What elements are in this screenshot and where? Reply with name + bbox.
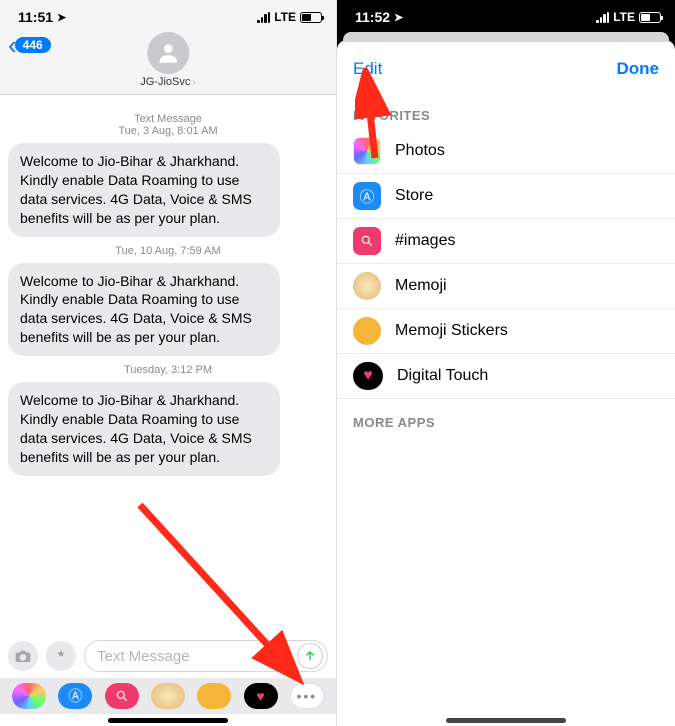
message-bubble[interactable]: Welcome to Jio-Bihar & Jharkhand. Kindly… [8,382,280,476]
compose-bar: Text Message [0,634,336,678]
more-apps-header: MORE APPS [337,399,675,436]
favorite-row-store[interactable]: Ⓐ Store [337,174,675,219]
timestamp-label: Text Message Tue, 3 Aug, 8:01 AM [8,113,328,137]
message-bubble[interactable]: Welcome to Jio-Bihar & Jharkhand. Kindly… [8,263,280,357]
app-more[interactable]: ••• [290,683,324,709]
favorite-label: Photos [395,142,445,160]
avatar-icon [147,32,189,74]
app-photos[interactable] [12,683,46,709]
location-icon: ➤ [57,11,66,24]
input-placeholder: Text Message [97,648,190,665]
done-button[interactable]: Done [617,59,660,79]
status-bar: 11:52 ➤ LTE [337,0,675,28]
battery-icon [639,12,661,23]
app-images[interactable] [105,683,139,709]
favorites-sheet: Edit Done FAVORITES Photos Ⓐ Store #imag… [337,40,675,726]
favorite-row-digital[interactable]: ♥ Digital Touch [337,354,675,399]
home-indicator[interactable] [108,718,228,723]
digital-touch-icon: ♥ [353,362,383,390]
status-bar: 11:51 ➤ LTE [0,0,336,28]
edit-button[interactable]: Edit [353,59,382,79]
status-time: 11:52 [355,9,390,25]
signal-icon [257,12,270,23]
home-indicator[interactable] [446,718,566,723]
favorites-list: Photos Ⓐ Store #images Memoji Memoji Sti… [337,129,675,399]
messages-screen: 11:51 ➤ LTE ‹ 446 JG-JioSvc › [0,0,337,726]
location-icon: ➤ [394,11,403,24]
favorite-row-stickers[interactable]: Memoji Stickers [337,309,675,354]
send-button[interactable] [297,643,323,669]
favorite-label: Memoji [395,277,447,295]
signal-icon [596,12,609,23]
app-drawer-screen: 11:52 ➤ LTE Edit Done FAVORITES Photos Ⓐ… [337,0,675,726]
appstore-button[interactable] [46,641,76,671]
battery-icon [300,12,322,23]
timestamp-label: Tue, 10 Aug, 7:59 AM [8,245,328,257]
app-stickers[interactable] [197,683,231,709]
unread-badge: 446 [15,37,51,53]
messages-header: 11:51 ➤ LTE ‹ 446 JG-JioSvc › [0,0,336,95]
message-input[interactable]: Text Message [84,640,328,672]
memoji-icon [353,272,381,300]
photos-icon [353,137,381,165]
app-digital[interactable]: ♥ [244,683,278,709]
stickers-icon [353,317,381,345]
favorite-label: Memoji Stickers [395,322,508,340]
favorites-header: FAVORITES [337,92,675,129]
back-button[interactable]: ‹ 446 [8,32,51,58]
favorite-label: Store [395,187,433,205]
camera-button[interactable] [8,641,38,671]
network-label: LTE [274,10,296,24]
app-memoji[interactable] [151,683,185,709]
chevron-right-icon: › [192,77,195,88]
timestamp-label: Tuesday, 3:12 PM [8,364,328,376]
favorite-label: #images [395,232,455,250]
favorite-row-images[interactable]: #images [337,219,675,264]
favorite-row-memoji[interactable]: Memoji [337,264,675,309]
images-icon [353,227,381,255]
favorite-row-photos[interactable]: Photos [337,129,675,174]
app-strip[interactable]: Ⓐ ♥ ••• [0,678,336,714]
contact-header[interactable]: JG-JioSvc › [140,32,195,88]
contact-name: JG-JioSvc [140,76,190,88]
app-store[interactable]: Ⓐ [58,683,92,709]
store-icon: Ⓐ [353,182,381,210]
status-time: 11:51 [18,9,53,25]
favorite-label: Digital Touch [397,367,488,385]
network-label: LTE [613,10,635,24]
message-thread[interactable]: Text Message Tue, 3 Aug, 8:01 AM Welcome… [0,95,336,641]
message-bubble[interactable]: Welcome to Jio-Bihar & Jharkhand. Kindly… [8,143,280,237]
